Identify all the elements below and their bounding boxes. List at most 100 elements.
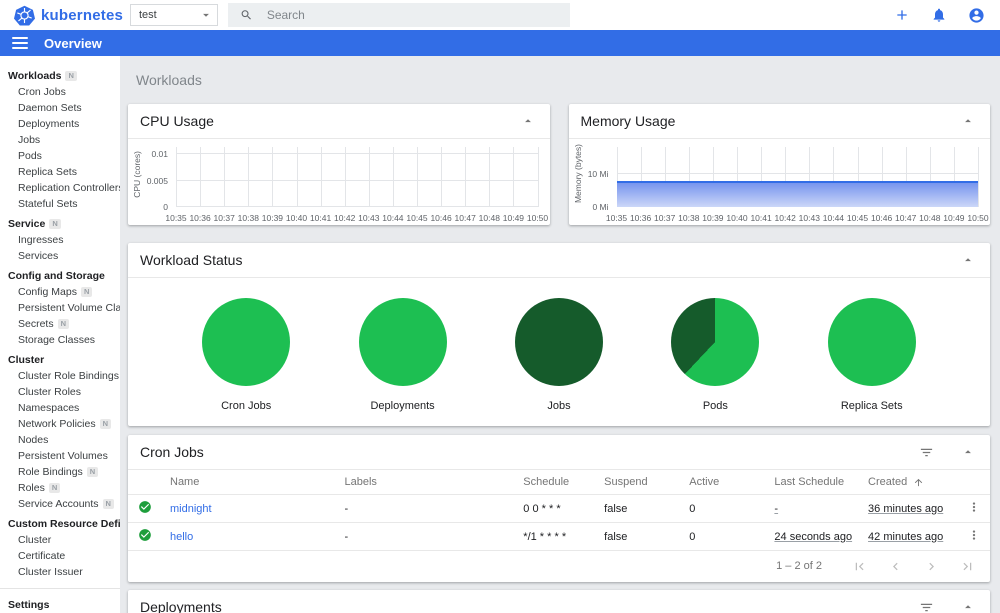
x-tick-label: 10:38 (678, 213, 700, 223)
table-row: midnight - 0 0 * * * false 0 - 36 minute… (128, 494, 990, 523)
gridline (489, 147, 491, 207)
sidebar-item-persistent-volumes[interactable]: Persistent Volumes (0, 448, 120, 464)
cron-job-link[interactable]: hello (170, 531, 193, 543)
column-name[interactable]: Name (162, 470, 337, 495)
pie-label: Replica Sets (840, 400, 903, 412)
namespace-selector[interactable]: test (130, 4, 218, 26)
x-tick-label: 10:38 (237, 213, 259, 223)
x-tick-label: 10:42 (774, 213, 796, 223)
cron-job-link[interactable]: midnight (170, 503, 212, 515)
notifications-button[interactable] (929, 5, 949, 25)
kubernetes-logo[interactable]: kubernetes (14, 5, 130, 26)
workload-pie-jobs: Jobs (514, 298, 603, 412)
sidebar-item-roles[interactable]: Roles N (0, 480, 120, 496)
labels-value: - (344, 502, 349, 515)
memory-area-series (616, 181, 978, 207)
cron-jobs-table: Name Labels Schedule Suspend Active Last… (128, 470, 990, 551)
sidebar-item-jobs[interactable]: Jobs (0, 132, 120, 148)
sidebar-item-certificate[interactable]: Certificate (0, 548, 120, 564)
sidebar-item-daemon-sets[interactable]: Daemon Sets (0, 100, 120, 116)
user-profile-button[interactable] (966, 5, 986, 25)
sidebar-item-label: Deployments (18, 118, 80, 130)
row-menu-button[interactable] (967, 528, 981, 542)
sidebar-item-persistent-volume-claims[interactable]: Persistent Volume ClaimsN (0, 300, 120, 316)
search-bar[interactable] (228, 3, 570, 27)
sidebar-item-cluster[interactable]: Cluster (0, 532, 120, 548)
sidebar-item-service[interactable]: Service N (0, 216, 120, 232)
collapse-workload-status-button[interactable] (958, 250, 978, 270)
sidebar-item-storage-classes[interactable]: Storage Classes (0, 332, 120, 348)
sidebar-item-cluster-role-bindings[interactable]: Cluster Role Bindings (0, 368, 120, 384)
sidebar-item-label: Cron Jobs (18, 86, 66, 98)
column-created[interactable]: Created (860, 470, 958, 495)
sidebar-item-custom-resource-definitions[interactable]: Custom Resource Definitions (0, 516, 120, 532)
workload-pie-deployments: Deployments (358, 298, 447, 412)
sidebar-item-cluster-issuer[interactable]: Cluster Issuer (0, 564, 120, 580)
previous-page-button[interactable] (886, 557, 904, 575)
cpu-usage-chart: CPU (cores) 0 0.005 0.01 10:35 10:36 10:37 10… (130, 141, 548, 223)
active-value: 0 (689, 502, 696, 515)
x-tick-label: 10:47 (454, 213, 476, 223)
cpu-usage-title: CPU Usage (140, 113, 214, 129)
sidebar-item-deployments[interactable]: Deployments (0, 116, 120, 132)
cpu-usage-card: CPU Usage CPU (cores) 0 0.005 0.01 10:35 10… (128, 104, 550, 225)
deployments-filter-button[interactable] (916, 597, 936, 613)
sidebar-item-secrets[interactable]: Secrets N (0, 316, 120, 332)
gridline (368, 147, 370, 207)
column-suspend[interactable]: Suspend (596, 470, 682, 495)
sidebar-item-label: Replication Controllers (18, 182, 120, 194)
first-page-button[interactable] (850, 557, 868, 575)
gridline (176, 206, 538, 207)
cron-jobs-filter-button[interactable] (916, 442, 936, 462)
collapse-deployments-button[interactable] (958, 597, 978, 613)
sidebar-item-network-policies[interactable]: Network Policies N (0, 416, 120, 432)
gridline (320, 147, 322, 207)
sidebar-item-workloads[interactable]: Workloads N (0, 68, 120, 84)
chevron-left-icon (892, 562, 898, 570)
x-tick-label: 10:41 (750, 213, 772, 223)
search-input[interactable] (266, 8, 558, 22)
table-row: hello - */1 * * * * false 0 24 seconds a… (128, 522, 990, 551)
create-resource-button[interactable] (892, 5, 912, 25)
sidebar-item-nodes[interactable]: Nodes (0, 432, 120, 448)
sidebar-item-config-and-storage[interactable]: Config and Storage (0, 268, 120, 284)
sidebar-item-label: Jobs (18, 134, 41, 146)
column-status (128, 470, 162, 495)
sidebar-item-cron-jobs[interactable]: Cron Jobs (0, 84, 120, 100)
sidebar-item-pods[interactable]: Pods (0, 148, 120, 164)
menu-icon[interactable] (12, 37, 28, 49)
column-last-schedule[interactable]: Last Schedule (766, 470, 861, 495)
sidebar-item-cluster-roles[interactable]: Cluster Roles (0, 384, 120, 400)
sidebar-item-stateful-sets[interactable]: Stateful Sets (0, 196, 120, 212)
sidebar-item-role-bindings[interactable]: Role Bindings N (0, 464, 120, 480)
logo-text: kubernetes (41, 6, 124, 24)
sidebar-item-settings[interactable]: Settings (0, 597, 120, 613)
column-active[interactable]: Active (681, 470, 767, 495)
deployments-card: Deployments N (128, 590, 990, 613)
pie-chart (202, 298, 291, 386)
sidebar-item-namespaces[interactable]: Namespaces (0, 400, 120, 416)
gridline (537, 147, 539, 207)
sidebar-item-cluster[interactable]: Cluster (0, 352, 120, 368)
sidebar-item-service-accounts[interactable]: Service Accounts N (0, 496, 120, 512)
x-tick-label: 10:50 (967, 213, 989, 223)
collapse-cron-jobs-button[interactable] (958, 442, 978, 462)
column-schedule[interactable]: Schedule (515, 470, 597, 495)
sidebar-item-label: Cluster (18, 534, 52, 546)
last-page-button[interactable] (958, 557, 976, 575)
sidebar-item-replication-controllers[interactable]: Replication Controllers (0, 180, 120, 196)
plus-icon (897, 10, 907, 20)
x-tick-label: 10:48 (919, 213, 941, 223)
namespaced-badge: N (65, 71, 77, 81)
column-labels[interactable]: Labels (336, 470, 516, 495)
memory-usage-title: Memory Usage (580, 113, 676, 129)
sidebar-item-replica-sets[interactable]: Replica Sets (0, 164, 120, 180)
sidebar-item-config-maps[interactable]: Config Maps N (0, 284, 120, 300)
collapse-memory-card-button[interactable] (958, 111, 978, 131)
sidebar-item-services[interactable]: Services (0, 248, 120, 264)
sidebar-item-ingresses[interactable]: Ingresses (0, 232, 120, 248)
collapse-cpu-card-button[interactable] (518, 111, 538, 131)
next-page-button[interactable] (922, 557, 940, 575)
row-menu-button[interactable] (967, 500, 981, 514)
memory-usage-card: Memory Usage Memory (bytes) 0 Mi 10 Mi 10… (568, 104, 990, 225)
